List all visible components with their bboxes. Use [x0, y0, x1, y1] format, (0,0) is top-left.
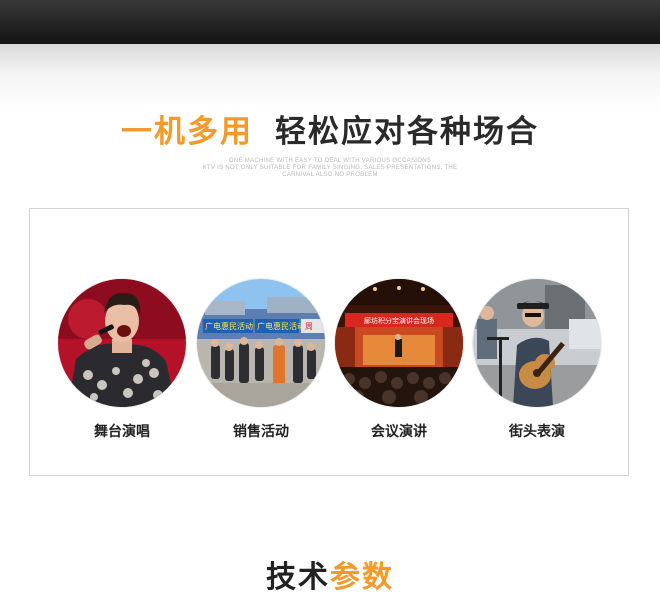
stage-singing-photo: [58, 279, 186, 407]
subtitle-line: CARNIVAL ALSO NO PROBLEM: [282, 172, 378, 178]
next-title-accent: 参数: [330, 560, 394, 595]
next-section-title: 技术参数: [0, 558, 660, 598]
sales-event-image: 广电惠民活动 广电惠民活动 周: [197, 279, 325, 407]
occasions-card: 舞台演唱 广电惠民活动 广电惠民活动 周 销售活动 廊坊积分宝演讲会现场 会议演…: [29, 208, 629, 476]
event-sign-2: 广电惠民活动: [257, 321, 305, 331]
event-sign-1: 广电惠民活动: [205, 321, 253, 331]
event-sign-3: 周: [305, 322, 313, 331]
scene-caption: 会议演讲: [371, 424, 427, 440]
headline-subtitle: ONE MACHINE WITH EASY TO DEAL WITH VARIO…: [180, 158, 480, 179]
conference-speech-photo: 廊坊积分宝演讲会现场: [335, 279, 463, 407]
subtitle-line: ONE MACHINE WITH EASY TO DEAL WITH VARIO…: [228, 158, 432, 164]
scene-caption: 街头表演: [509, 424, 565, 440]
subtitle-line: KTV IS NOT ONLY SUITABLE FOR FAMILY SING…: [202, 165, 458, 171]
headline-accent: 一机多用: [121, 114, 253, 150]
top-dark-band: [0, 0, 660, 44]
conference-banner: 廊坊积分宝演讲会现场: [364, 316, 434, 325]
street-performance-photo: [473, 279, 601, 407]
conference-speech-image: 廊坊积分宝演讲会现场: [335, 279, 463, 407]
street-performance-image: [473, 279, 601, 407]
top-gradient-fade: [0, 44, 660, 110]
section-headline: 一机多用 轻松应对各种场合: [0, 112, 660, 152]
scene-caption: 销售活动: [233, 424, 289, 440]
scene-caption: 舞台演唱: [94, 424, 150, 440]
headline-main: 轻松应对各种场合: [275, 114, 539, 150]
stage-singing-image: [58, 279, 186, 407]
next-title-main: 技术: [266, 560, 330, 595]
sales-event-photo: 广电惠民活动 广电惠民活动 周: [197, 279, 325, 407]
